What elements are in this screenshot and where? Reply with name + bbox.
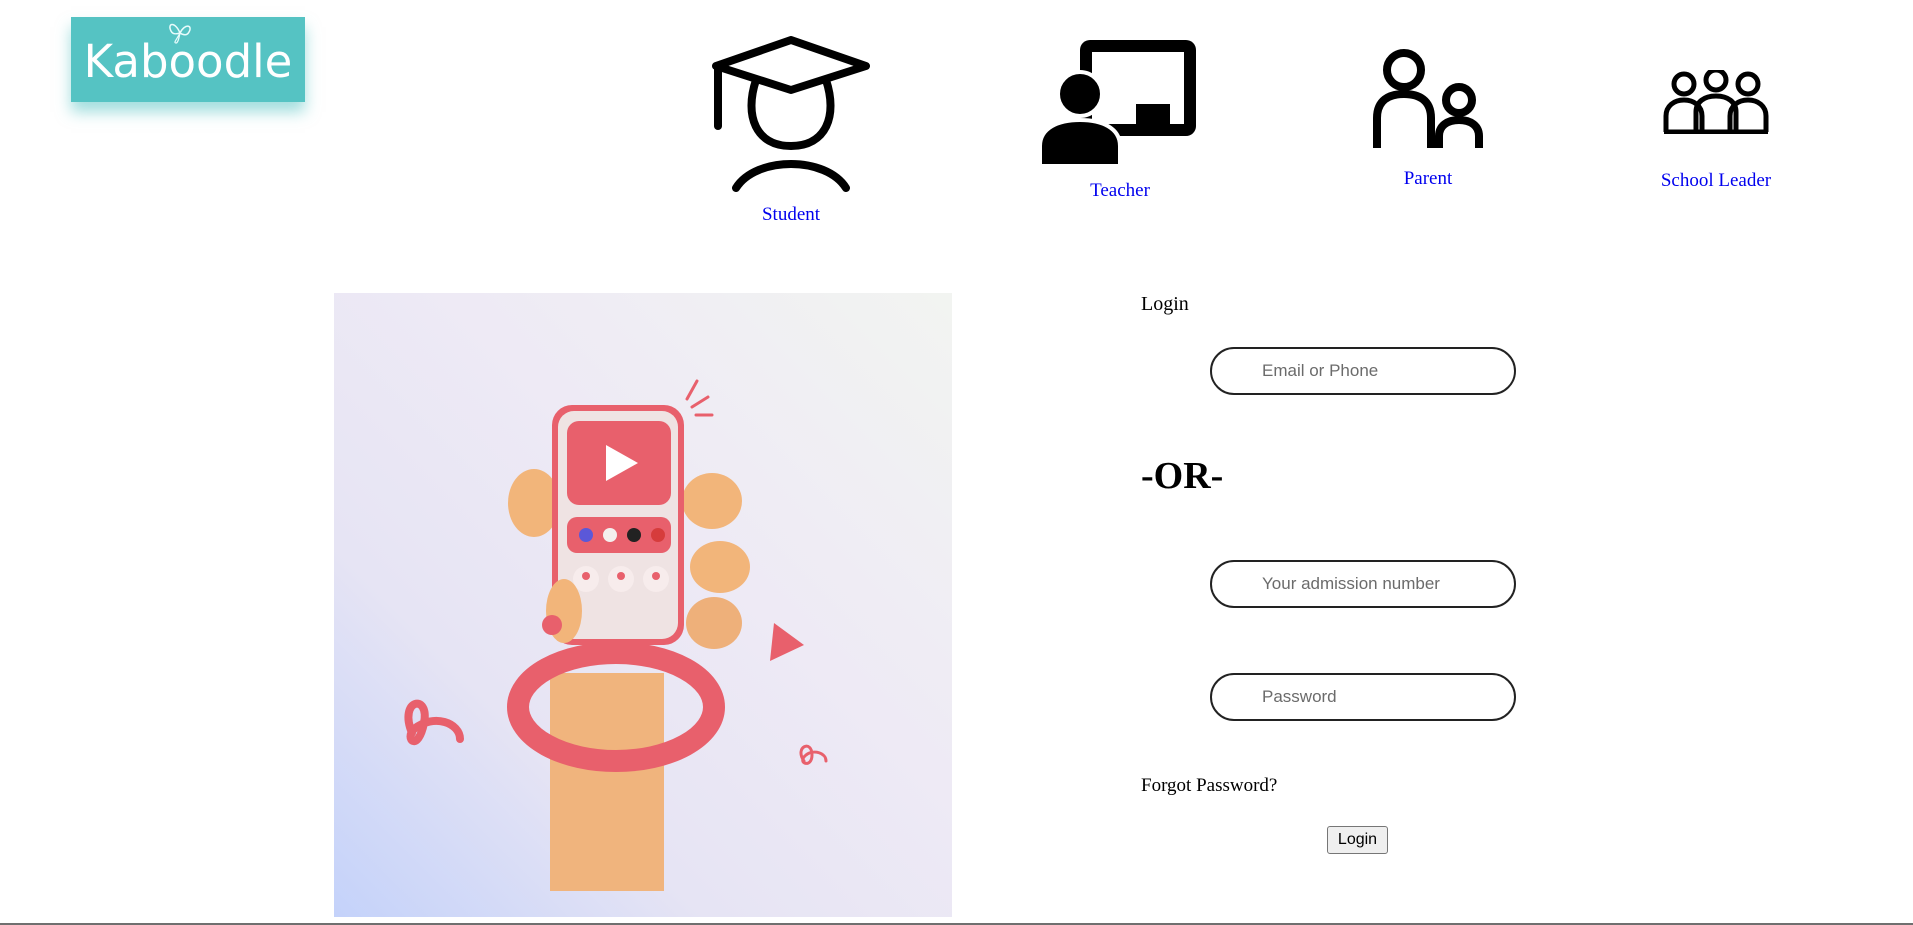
role-parent[interactable]: Parent: [1357, 48, 1499, 190]
role-school-leader-label[interactable]: School Leader: [1640, 170, 1792, 192]
parent-child-icon: [1373, 49, 1483, 148]
butterfly-icon: [169, 23, 191, 44]
or-divider: -OR-: [1141, 455, 1224, 497]
kaboodle-logo[interactable]: Kaboodle: [71, 17, 305, 102]
forgot-password-link[interactable]: Forgot Password?: [1141, 775, 1277, 797]
login-button[interactable]: Login: [1327, 826, 1388, 854]
graduation-cap-person-icon: [712, 36, 870, 192]
login-heading: Login: [1141, 293, 1189, 315]
email-phone-input[interactable]: [1210, 347, 1516, 395]
teacher-board-icon: [1038, 40, 1196, 166]
role-student[interactable]: Student: [706, 36, 876, 226]
hero-illustration: [334, 293, 952, 917]
role-teacher-label[interactable]: Teacher: [1038, 180, 1202, 202]
role-school-leader[interactable]: School Leader: [1640, 70, 1792, 192]
role-teacher[interactable]: Teacher: [1038, 38, 1202, 202]
password-input[interactable]: [1210, 673, 1516, 721]
phone-in-hand-illustration: [404, 379, 828, 891]
role-parent-label[interactable]: Parent: [1357, 168, 1499, 190]
admission-number-input[interactable]: [1210, 560, 1516, 608]
group-people-icon: [1663, 70, 1769, 134]
role-student-label[interactable]: Student: [706, 204, 876, 226]
